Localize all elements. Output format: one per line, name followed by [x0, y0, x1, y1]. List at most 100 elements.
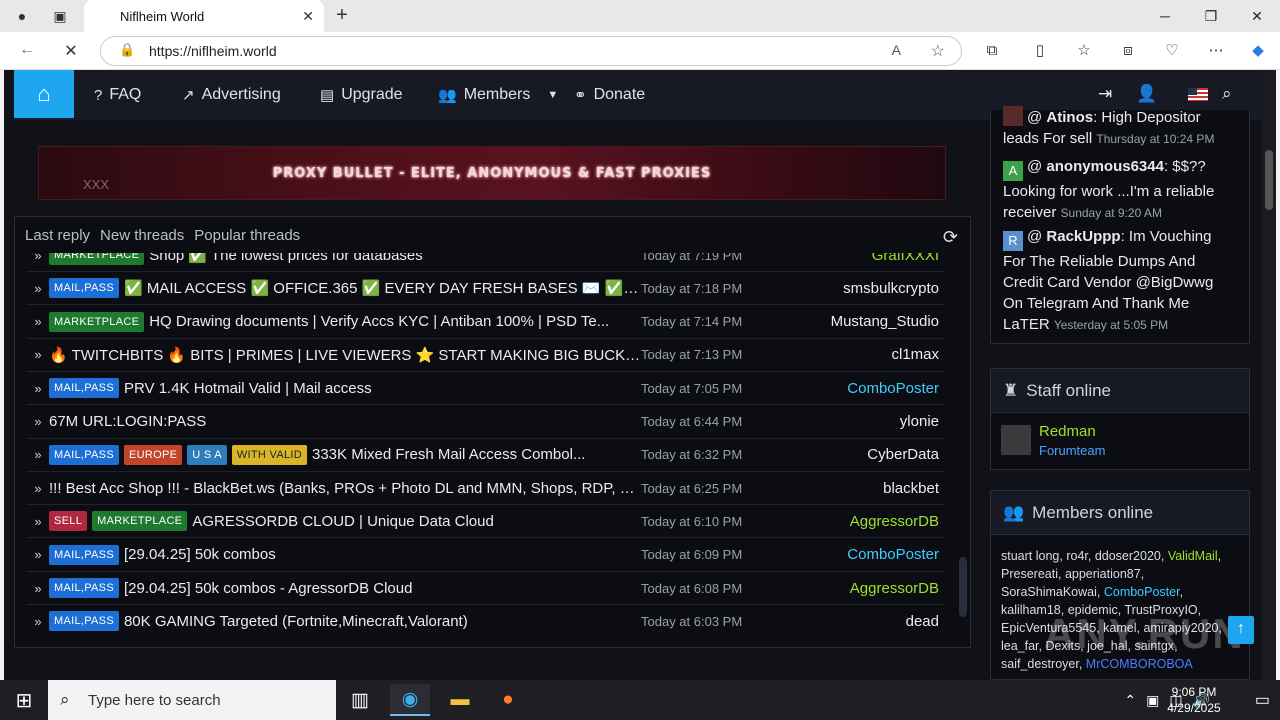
chat-user[interactable]: RackUppp	[1046, 228, 1120, 245]
table-row[interactable]: » 67M URL:LOGIN:PASS Today at 6:44 PM yloni…	[27, 406, 945, 439]
language-flag-icon[interactable]	[1188, 88, 1208, 101]
thread-title[interactable]: MAIL,PASS 80K GAMING Targeted (Fortnite,M…	[49, 611, 641, 632]
thread-time[interactable]: Today at 6:03 PM	[641, 614, 742, 629]
thread-title[interactable]: 🔥 TWITCHBITS 🔥 BITS | PRIMES | LIVE VIEW…	[49, 346, 641, 364]
nav-advertising[interactable]: ↗ Advertising	[182, 70, 281, 120]
table-row[interactable]: » MARKETPLACE Shop ✅ The lowest prices for…	[27, 253, 945, 272]
table-row[interactable]: » MAIL,PASS ✅ MAIL ACCESS ✅ OFFICE.365 ✅ E…	[27, 272, 945, 306]
home-button[interactable]: ⌂	[14, 70, 74, 118]
thread-title[interactable]: SELL MARKETPLACE AGRESSORDB CLOUD | Unique…	[49, 511, 641, 532]
read-aloud-icon[interactable]: A	[892, 42, 901, 58]
thread-time[interactable]: Today at 6:32 PM	[641, 447, 742, 462]
notification-icon[interactable]: ▭	[1255, 690, 1270, 710]
thread-title[interactable]: MAIL,PASS [29.04.25] 50k combos	[49, 544, 641, 565]
new-tab-button[interactable]: +	[330, 4, 354, 28]
tab-popular-threads[interactable]: Popular threads	[194, 227, 300, 251]
thread-time[interactable]: Today at 6:25 PM	[641, 481, 742, 496]
thread-user[interactable]: blackbet	[883, 480, 939, 497]
tab-last-reply[interactable]: Last reply	[25, 227, 90, 251]
thread-title[interactable]: MARKETPLACE HQ Drawing documents | Verify…	[49, 311, 641, 332]
thread-title[interactable]: MAIL,PASS PRV 1.4K Hotmail Valid | Mail a…	[49, 378, 641, 399]
back-icon[interactable]: ←	[16, 41, 38, 63]
thread-user[interactable]: smsbulkcrypto	[843, 280, 939, 297]
start-button[interactable]: ⊞	[0, 680, 48, 720]
staff-name[interactable]: Redman	[1039, 423, 1096, 440]
thread-title[interactable]: !!! Best Acc Shop !!! - BlackBet.ws (Ban…	[49, 480, 641, 497]
thread-user[interactable]: ylonie	[900, 413, 939, 430]
close-window-button[interactable]: ✕	[1234, 0, 1280, 32]
task-view-icon[interactable]: ▥	[340, 684, 380, 716]
thread-title[interactable]: MARKETPLACE Shop ✅ The lowest prices for …	[49, 253, 641, 265]
table-row[interactable]: » MAIL,PASS [29.04.25] 50k combos - Agress…	[27, 572, 945, 605]
collections-icon[interactable]: ⧈	[1116, 40, 1140, 64]
thread-user[interactable]: AggressorDB	[850, 513, 939, 530]
ad-banner[interactable]: PROXY BULLET - ELITE, ANONYMOUS & FAST P…	[38, 146, 946, 200]
thread-user[interactable]: AggressorDB	[850, 580, 939, 597]
more-menu-icon[interactable]: ⋯	[1204, 40, 1228, 64]
firefox-icon[interactable]: ●	[488, 684, 528, 716]
table-row[interactable]: » !!! Best Acc Shop !!! - BlackBet.ws (Ba…	[27, 472, 945, 506]
member-link[interactable]: ro4r	[1066, 549, 1088, 563]
register-icon[interactable]: 👤	[1136, 84, 1157, 104]
browser-essentials-icon[interactable]: ♡	[1160, 40, 1184, 64]
close-tab-icon[interactable]: ✕	[302, 8, 314, 25]
table-row[interactable]: » SELL MARKETPLACE AGRESSORDB CLOUD | Uniqu…	[27, 505, 945, 539]
table-row[interactable]: » MAIL,PASS EUROPE U S A WITH VALID 333K Mixe…	[27, 439, 945, 472]
avatar[interactable]	[1003, 106, 1023, 126]
threads-scrollbar[interactable]	[957, 257, 969, 617]
avatar[interactable]: A	[1003, 161, 1023, 181]
thread-time[interactable]: Today at 6:09 PM	[641, 547, 742, 562]
thread-user[interactable]: cl1max	[891, 346, 939, 363]
taskbar-search[interactable]: ⌕ Type here to search	[48, 680, 336, 720]
member-link[interactable]: Presereati	[1001, 567, 1058, 581]
split-screen-icon[interactable]: ▯	[1028, 40, 1052, 64]
member-link[interactable]: apperiation87	[1065, 567, 1141, 581]
tab-new-threads[interactable]: New threads	[100, 227, 184, 251]
member-link[interactable]: stuart long	[1001, 549, 1059, 563]
member-link[interactable]: ValidMail	[1168, 549, 1218, 563]
thread-user[interactable]: CyberData	[867, 446, 939, 463]
avatar[interactable]	[1001, 425, 1031, 455]
refresh-icon[interactable]: ⟳	[943, 227, 958, 248]
thread-title[interactable]: MAIL,PASS EUROPE U S A WITH VALID 333K Mixed…	[49, 444, 641, 465]
member-link[interactable]: ddoser2020	[1095, 549, 1161, 563]
thread-time[interactable]: Today at 7:13 PM	[641, 347, 742, 362]
lock-icon[interactable]: 🔒	[119, 42, 135, 58]
profile-icon[interactable]: ●	[10, 4, 34, 28]
thread-user[interactable]: Mustang_Studio	[831, 313, 939, 330]
url-input[interactable]: 🔒 https://niflheim.world A ☆	[100, 36, 962, 66]
member-link[interactable]: saif_destroyer	[1001, 657, 1079, 671]
thread-time[interactable]: Today at 7:05 PM	[641, 381, 742, 396]
login-icon[interactable]: ⇥	[1098, 84, 1112, 104]
thread-time[interactable]: Today at 6:08 PM	[641, 581, 742, 596]
table-row[interactable]: » MAIL,PASS [29.04.25] 50k combos Today at …	[27, 539, 945, 572]
nav-members[interactable]: 👥 Members ▼	[438, 70, 558, 120]
member-link[interactable]: lea_far	[1001, 639, 1039, 653]
nav-faq[interactable]: ? FAQ	[94, 70, 141, 120]
maximize-button[interactable]: ❐	[1188, 0, 1234, 32]
search-icon[interactable]: ⌕	[1222, 84, 1232, 104]
thread-user[interactable]: ComboPoster	[847, 380, 939, 397]
chat-user[interactable]: anonymous6344	[1046, 158, 1164, 175]
thread-user[interactable]: GraffXXXI	[872, 253, 939, 264]
page-scrollbar[interactable]	[1262, 70, 1276, 680]
scroll-top-button[interactable]: ↑	[1228, 616, 1254, 644]
thread-title[interactable]: MAIL,PASS [29.04.25] 50k combos - Agresso…	[49, 578, 641, 598]
chat-user[interactable]: Atinos	[1046, 109, 1093, 126]
thread-user[interactable]: dead	[906, 613, 939, 630]
thread-user[interactable]: ComboPoster	[847, 546, 939, 563]
table-row[interactable]: » MARKETPLACE HQ Drawing documents | Verif…	[27, 306, 945, 339]
clock[interactable]: 9:06 PM 4/29/2025	[1154, 684, 1234, 716]
thread-time[interactable]: Today at 6:10 PM	[641, 514, 742, 529]
table-row[interactable]: » MAIL,PASS PRV 1.4K Hotmail Valid | Mail …	[27, 372, 945, 406]
table-row[interactable]: » MAIL,PASS 80K GAMING Targeted (Fortnite,…	[27, 605, 945, 637]
tab-actions-icon[interactable]: ▣	[48, 4, 72, 28]
thread-time[interactable]: Today at 7:14 PM	[641, 314, 742, 329]
edge-app-icon[interactable]: ◉	[390, 684, 430, 716]
thread-time[interactable]: Today at 7:19 PM	[641, 253, 742, 263]
thread-title[interactable]: 67M URL:LOGIN:PASS	[49, 413, 641, 430]
thread-time[interactable]: Today at 7:18 PM	[641, 281, 742, 296]
file-explorer-icon[interactable]: ▬	[440, 684, 480, 716]
chevron-up-icon[interactable]: ⌃	[1124, 692, 1136, 709]
favorites-icon[interactable]: ☆	[1072, 40, 1096, 64]
